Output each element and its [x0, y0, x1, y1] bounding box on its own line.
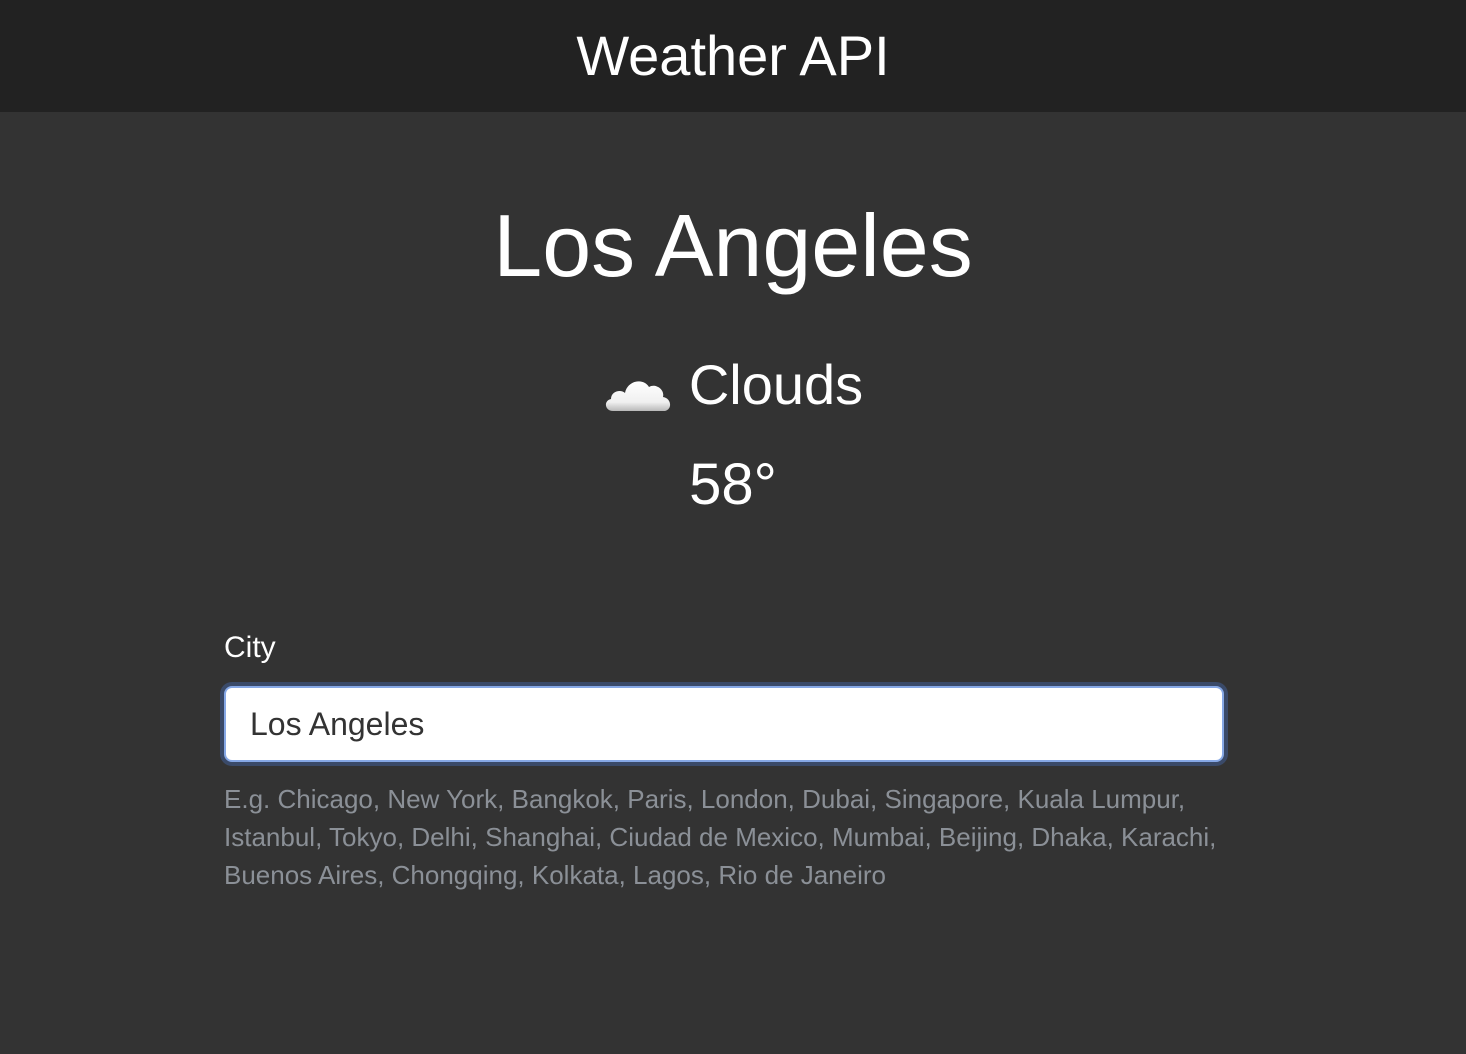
temperature-value: 58° — [689, 452, 777, 517]
weather-condition: Clouds — [0, 352, 1466, 418]
city-hint-text: E.g. Chicago, New York, Bangkok, Paris, … — [224, 784, 1217, 890]
condition-label: Clouds — [688, 353, 864, 416]
app-title: Weather API — [576, 24, 890, 87]
city-form: City E.g. Chicago, New York, Bangkok, Pa… — [224, 628, 1224, 894]
cloud-icon — [603, 363, 673, 411]
city-input[interactable] — [224, 686, 1224, 762]
city-name-heading: Los Angeles — [493, 196, 973, 295]
header-bar: Weather API — [0, 0, 1466, 112]
city-label: City — [224, 631, 276, 664]
